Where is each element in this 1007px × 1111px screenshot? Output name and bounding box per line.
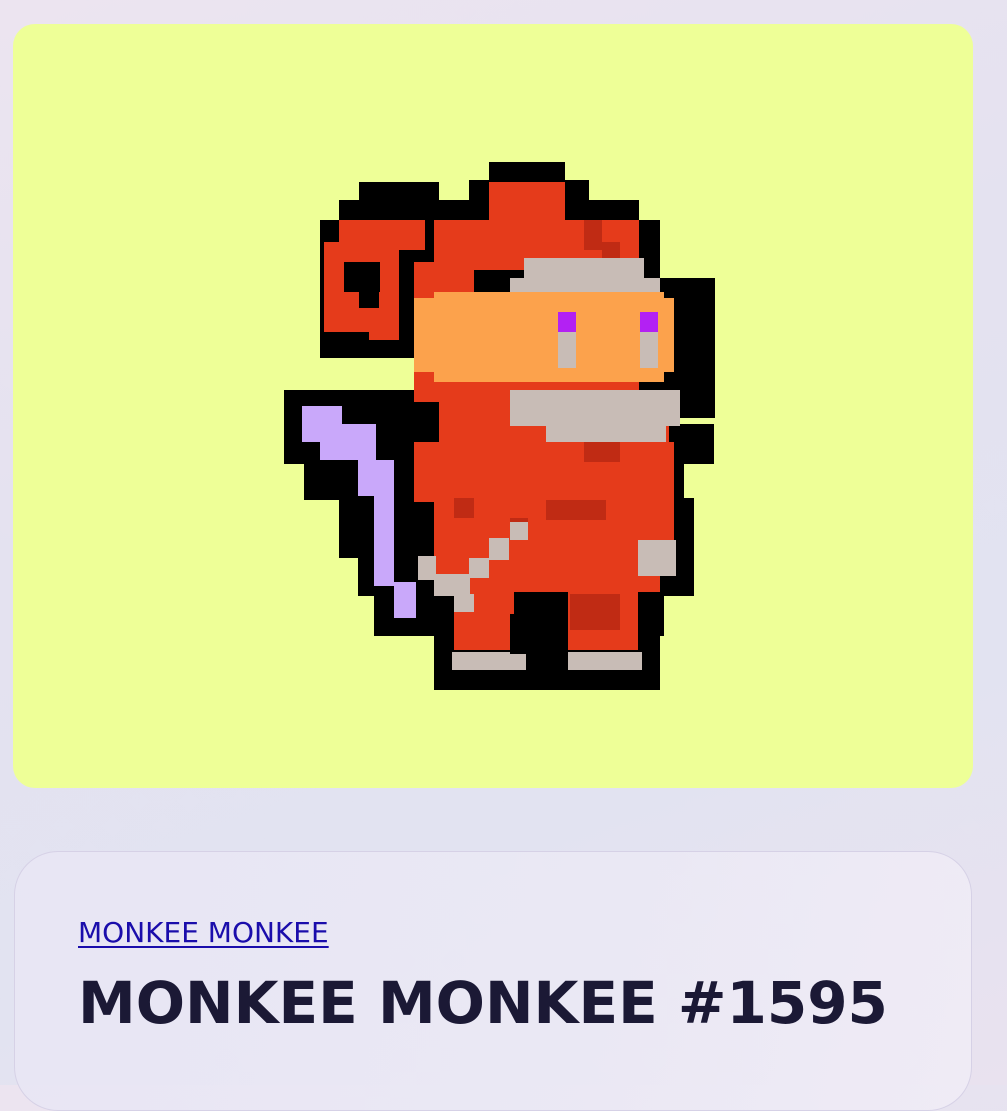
nft-info-card: MONKEE MONKEE MONKEE MONKEE #1595 [14, 851, 972, 1111]
collection-link[interactable]: MONKEE MONKEE [78, 916, 329, 949]
nft-image-card[interactable] [13, 24, 973, 788]
pixel-monkey-icon [284, 162, 715, 690]
nft-title: MONKEE MONKEE #1595 [78, 969, 888, 1037]
